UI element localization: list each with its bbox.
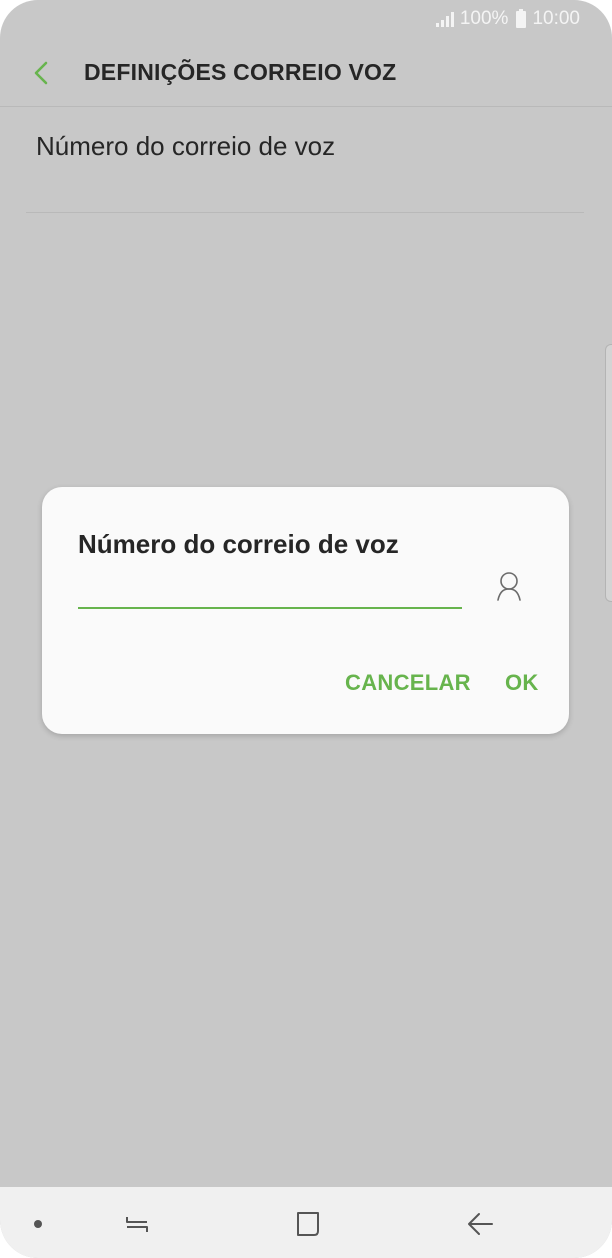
status-indicators: 100% 10:00 (435, 8, 580, 30)
list-item-label: Número do correio de voz (36, 131, 336, 161)
page-title: DEFINIÇÕES CORREIO VOZ (84, 59, 397, 85)
battery-percentage: 100% (459, 8, 509, 29)
ok-button[interactable]: OK (505, 670, 539, 696)
phone-screen: 100% 10:00 DEFINIÇÕES CORREIO VOZ Número… (0, 0, 612, 1258)
navigation-bar (0, 1187, 612, 1258)
dot-icon[interactable] (34, 1220, 42, 1228)
edge-panel-handle[interactable] (605, 344, 612, 602)
voicemail-number-dialog: Número do correio de voz CANCELAR OK (42, 487, 569, 734)
chevron-left-icon[interactable] (30, 60, 54, 86)
list-item-voicemail-number[interactable]: Número do correio de voz (26, 107, 584, 213)
app-header: DEFINIÇÕES CORREIO VOZ (0, 40, 612, 107)
signal-icon (435, 11, 454, 27)
home-icon[interactable] (294, 1209, 322, 1239)
cancel-button[interactable]: CANCELAR (345, 670, 471, 696)
clock: 10:00 (532, 8, 580, 29)
back-icon[interactable] (466, 1209, 494, 1239)
battery-icon (516, 8, 527, 28)
dialog-title: Número do correio de voz (78, 529, 399, 559)
voicemail-number-input[interactable] (78, 569, 462, 609)
status-bar: 100% 10:00 (0, 0, 612, 40)
recents-icon[interactable] (122, 1209, 152, 1239)
contact-person-icon[interactable] (494, 569, 524, 603)
